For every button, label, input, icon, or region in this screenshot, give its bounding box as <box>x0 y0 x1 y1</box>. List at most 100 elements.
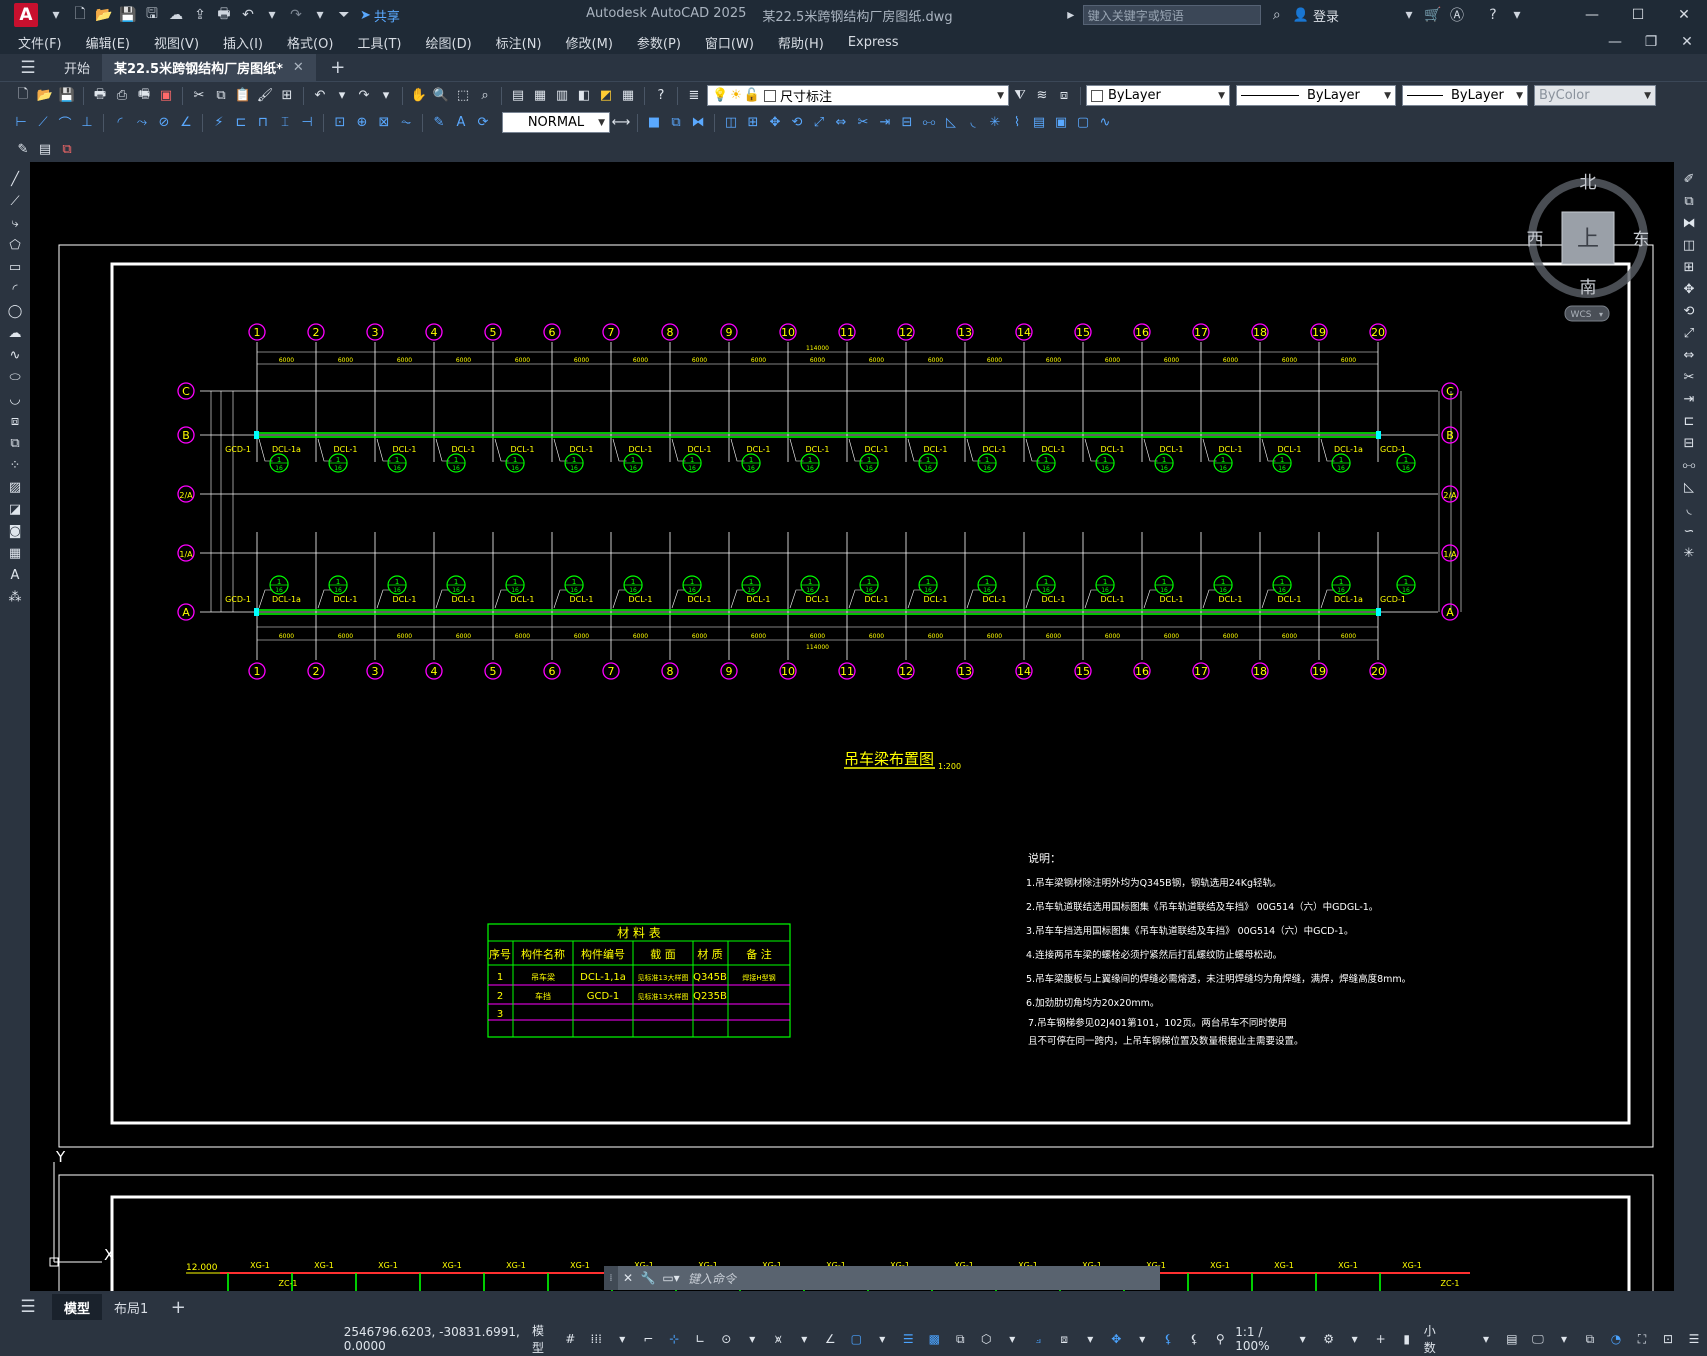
wcs-menu[interactable]: WCS <box>1571 310 1592 320</box>
gizmo-icon[interactable]: ✥ <box>1103 1328 1129 1350</box>
chamfer-icon[interactable]: ◺ <box>941 113 961 133</box>
dim-style-icon[interactable]: ⟷ <box>611 113 631 133</box>
help-icon[interactable]: ? <box>651 86 671 106</box>
annotation-scale-icon[interactable]: ⚲ <box>1207 1328 1233 1350</box>
dynamic-input-icon[interactable]: ⊹ <box>661 1328 687 1350</box>
cloud-open-icon[interactable]: ☁ <box>166 6 186 24</box>
tab-layout1[interactable]: 布局1 <box>102 1294 160 1320</box>
move-icon[interactable]: ✥ <box>1674 278 1704 300</box>
open-icon[interactable]: 📂 <box>35 86 55 106</box>
sheet-set-icon[interactable]: ◧ <box>574 86 594 106</box>
doc-minimize-icon[interactable]: — <box>1605 33 1625 51</box>
doc-restore-icon[interactable]: ❐ <box>1641 33 1661 51</box>
3d-osnap-dropdown-icon[interactable]: ▾ <box>999 1328 1025 1350</box>
copy-icon[interactable]: ⧉ <box>211 86 231 106</box>
break-icon[interactable]: ⊟ <box>1674 432 1704 454</box>
edit-spline-icon[interactable]: ∿ <box>1095 113 1115 133</box>
scale-icon[interactable]: ⤢ <box>1674 322 1704 344</box>
dim-angular-icon[interactable]: ∠ <box>176 113 196 133</box>
status-menu-icon[interactable]: ☰ <box>1681 1328 1707 1350</box>
selection-filter-dropdown-icon[interactable]: ▾ <box>1077 1328 1103 1350</box>
dim-arc-length-icon[interactable]: ⌒ <box>55 113 75 133</box>
match-properties-icon[interactable]: 🖌 <box>255 86 275 106</box>
viewcube[interactable]: 上 北 南 东 西 WCS ▾ <box>1527 173 1650 322</box>
make-block-icon[interactable]: ⧉ <box>0 432 30 454</box>
save-icon[interactable]: 💾 <box>57 86 77 106</box>
annotation-monitor-icon[interactable]: + <box>1368 1328 1394 1350</box>
ellipse-arc-icon[interactable]: ◡ <box>0 388 30 410</box>
isolate-objects-icon[interactable]: ⧉ <box>1577 1328 1603 1350</box>
menu-draw[interactable]: 绘图(D) <box>426 33 472 52</box>
tab-start[interactable]: 开始 <box>52 54 102 81</box>
edit-attributes-icon[interactable]: ✎ <box>13 139 33 159</box>
rotate-icon[interactable]: ⟲ <box>787 113 807 133</box>
group-icon[interactable]: ▣ <box>1051 113 1071 133</box>
redo-list-icon[interactable]: ▾ <box>376 86 396 106</box>
calculator-icon[interactable]: ▦ <box>618 86 638 106</box>
block-attribute-icon[interactable]: ▤ <box>35 139 55 159</box>
dim-baseline-icon[interactable]: ⊏ <box>231 113 251 133</box>
dim-break-icon[interactable]: ⊣ <box>297 113 317 133</box>
layer-lock-icon[interactable]: 🔓 <box>744 88 760 103</box>
arc-icon[interactable]: ◜ <box>0 278 30 300</box>
undo-icon[interactable]: ↶ <box>238 6 258 24</box>
dim-jogged-icon[interactable]: ⤳ <box>132 113 152 133</box>
line-icon[interactable]: ╱ <box>0 168 30 190</box>
undo-list-icon[interactable]: ▾ <box>332 86 352 106</box>
polar-dropdown-icon[interactable]: ▾ <box>739 1328 765 1350</box>
offset-icon[interactable]: ◫ <box>1674 234 1704 256</box>
close-button[interactable]: ✕ <box>1661 0 1707 30</box>
maximize-button[interactable]: ☐ <box>1615 0 1661 30</box>
selection-cycling-icon[interactable]: ⧉ <box>947 1328 973 1350</box>
snap-dropdown-icon[interactable]: ▾ <box>609 1328 635 1350</box>
tab-active-drawing[interactable]: 某22.5米跨钢结构厂房图纸* ✕ <box>102 54 316 81</box>
layer-freeze-icon[interactable]: ☀ <box>730 88 742 103</box>
annotation-visibility-icon[interactable]: ⚸ <box>1155 1328 1181 1350</box>
join-icon[interactable]: ⧟ <box>919 113 939 133</box>
dim-edit-icon[interactable]: ✎ <box>429 113 449 133</box>
3d-osnap-icon[interactable]: ⬡ <box>973 1328 999 1350</box>
region-icon[interactable]: ◙ <box>0 520 30 542</box>
center-mark-icon[interactable]: ⊕ <box>352 113 372 133</box>
fillet-icon[interactable]: ◟ <box>963 113 983 133</box>
plot-icon[interactable]: 🖶 <box>90 86 110 106</box>
offset-icon[interactable]: ◫ <box>721 113 741 133</box>
viewcube-south[interactable]: 南 <box>1580 278 1597 298</box>
viewcube-north[interactable]: 北 <box>1580 173 1597 193</box>
drawing-viewport[interactable]: 1 1 2 2 3 3 4 4 5 5 6 6 7 7 8 8 9 9 10 10 11 11 12 12 13 13 14 14 15… <box>30 162 1674 1291</box>
hatch-icon[interactable]: ▨ <box>0 476 30 498</box>
zoom-realtime-icon[interactable]: 🔍 <box>431 86 451 106</box>
blend-icon[interactable]: ⌇ <box>1007 113 1027 133</box>
command-input[interactable]: 键入命令 <box>684 1270 1160 1287</box>
menu-edit[interactable]: 编辑(E) <box>86 33 130 52</box>
paste-icon[interactable]: 📋 <box>233 86 253 106</box>
menu-help[interactable]: 帮助(H) <box>778 33 824 52</box>
plot-preview-icon[interactable]: ⎙ <box>112 86 132 106</box>
dim-diameter-icon[interactable]: ⊘ <box>154 113 174 133</box>
isodraft-dropdown-icon[interactable]: ▾ <box>791 1328 817 1350</box>
clean-screen-icon[interactable]: ⛶ <box>1629 1328 1655 1350</box>
rectangle-icon[interactable]: ▭ <box>0 256 30 278</box>
break-icon[interactable]: ⊟ <box>897 113 917 133</box>
menu-format[interactable]: 格式(O) <box>287 33 333 52</box>
mirror-icon[interactable]: ⧓ <box>1674 212 1704 234</box>
app-menu-chevron-icon[interactable]: ▾ <box>46 6 66 24</box>
pan-icon[interactable]: ✋ <box>409 86 429 106</box>
revision-cloud-icon[interactable]: ☁ <box>0 322 30 344</box>
menu-express[interactable]: Express <box>848 35 899 50</box>
command-grip-icon[interactable]: ⁞ <box>604 1266 618 1290</box>
scale-icon[interactable]: ⤢ <box>809 113 829 133</box>
annotation-scale-value[interactable]: 1:1 / 100% <box>1235 1325 1287 1353</box>
join-icon[interactable]: ⧟ <box>1674 454 1704 476</box>
help-icon[interactable]: ? <box>1483 6 1503 24</box>
gizmo-dropdown-icon[interactable]: ▾ <box>1129 1328 1155 1350</box>
publish-icon[interactable]: 🖷 <box>134 86 154 106</box>
isodraft-icon[interactable]: ⩙ <box>765 1328 791 1350</box>
tolerance-icon[interactable]: ⊡ <box>330 113 350 133</box>
plotstyle-dropdown[interactable]: ByColor ▼ <box>1534 85 1656 106</box>
sync-attributes-icon[interactable]: ⧉ <box>57 139 77 159</box>
coordinates-readout[interactable]: 2546796.6203, -30831.6991, 0.0000 <box>344 1325 522 1353</box>
autocad-logo-icon[interactable]: A <box>14 3 38 27</box>
units-icon[interactable]: ▮ <box>1394 1328 1420 1350</box>
point-icon[interactable]: ⁘ <box>0 454 30 476</box>
